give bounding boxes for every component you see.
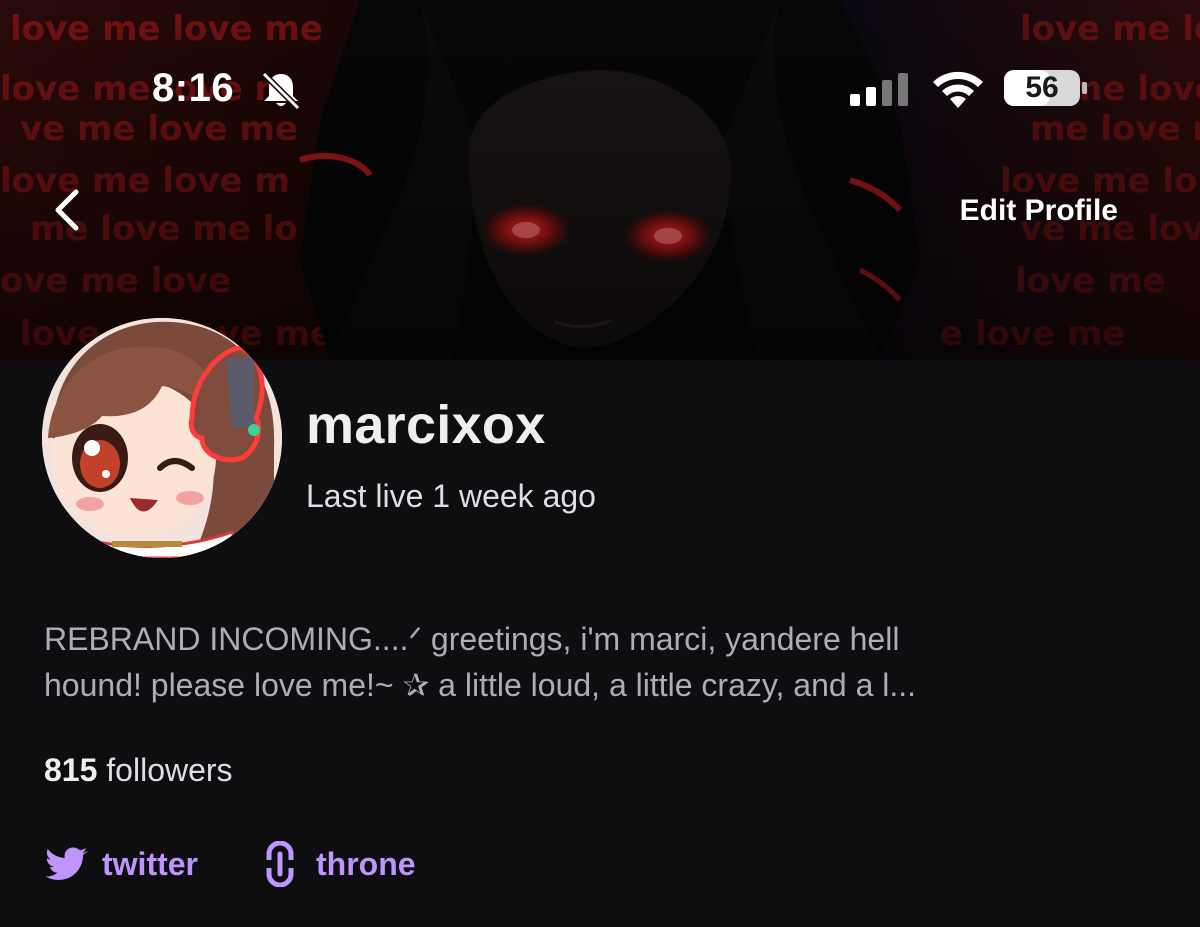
avatar[interactable] <box>42 318 282 558</box>
link-icon <box>266 841 294 887</box>
twitter-link-label: twitter <box>102 845 198 882</box>
cellular-signal-icon <box>850 73 908 106</box>
followers-count[interactable]: 815 followers <box>44 752 233 789</box>
followers-number: 815 <box>44 752 98 788</box>
status-bar: 8:16 56 <box>0 0 1200 130</box>
edit-profile-button[interactable]: Edit Profile <box>960 194 1118 228</box>
throne-link-label: throne <box>316 845 416 882</box>
bio[interactable]: REBRAND INCOMING....ᐟ greetings, i'm mar… <box>44 616 1164 708</box>
last-live-status: Last live 1 week ago <box>306 478 596 514</box>
chevron-left-icon <box>55 189 79 231</box>
bell-off-icon <box>261 71 301 110</box>
social-link-twitter[interactable]: twitter <box>44 840 198 888</box>
battery-level: 56 <box>1025 71 1059 104</box>
bio-line-2: hound! please love me!~ ✰ a little loud,… <box>44 667 917 703</box>
back-button[interactable] <box>40 182 96 238</box>
followers-label: followers <box>106 752 233 788</box>
twitter-bird-icon <box>45 847 88 880</box>
bio-line-1: REBRAND INCOMING....ᐟ greetings, i'm mar… <box>44 621 900 657</box>
status-time: 8:16 <box>152 66 235 110</box>
social-link-throne[interactable]: throne <box>258 840 416 888</box>
avatar-illustration <box>42 318 282 558</box>
wifi-icon <box>933 71 983 108</box>
username: marcixox <box>306 395 546 455</box>
profile-screen: love me love me love me love m ve me lov… <box>0 0 1200 927</box>
